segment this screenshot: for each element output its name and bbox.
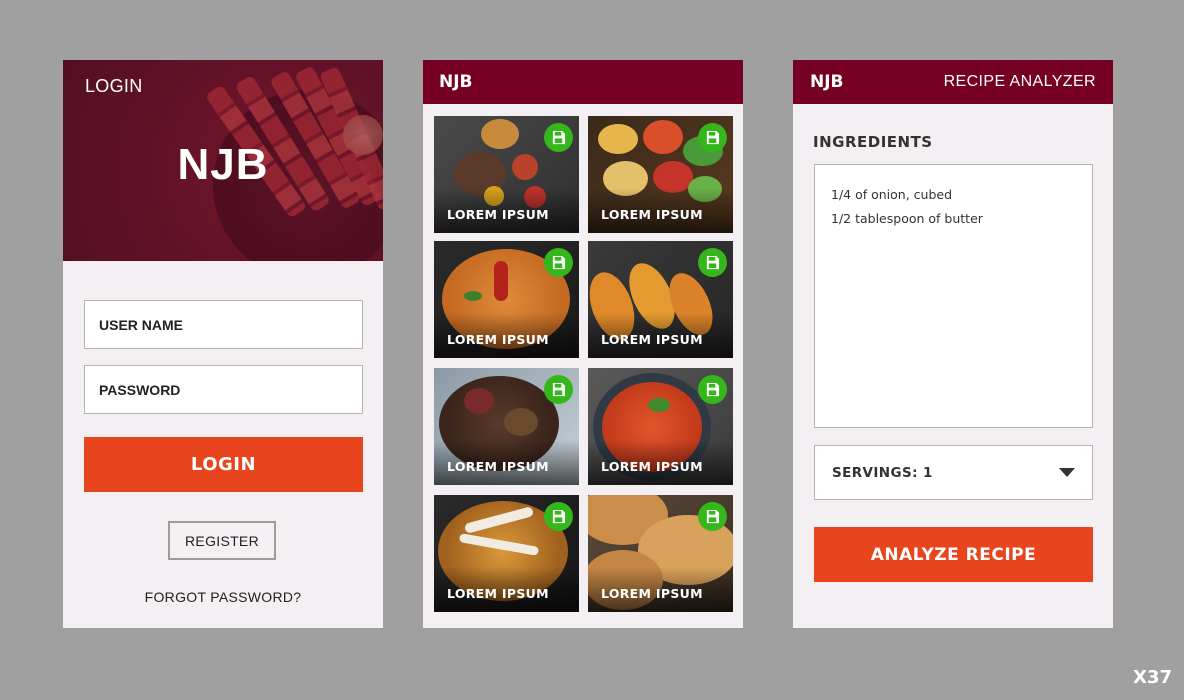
ingredient-line: 1/2 tablespoon of butter — [831, 211, 983, 226]
ingredients-heading: INGREDIENTS — [813, 133, 933, 151]
save-icon[interactable] — [544, 375, 573, 404]
recipe-card[interactable]: LOREM IPSUM — [588, 241, 733, 358]
analyze-recipe-button[interactable]: ANALYZE RECIPE — [814, 527, 1093, 582]
analyzer-brand: NJB — [810, 72, 844, 92]
recipe-card[interactable]: LOREM IPSUM — [434, 368, 579, 485]
login-hero-image: LOGIN NJB — [63, 60, 383, 261]
password-input[interactable] — [84, 365, 363, 414]
recipe-gallery-screen: NJB LOREM IPSUM LOREM IPSUM LOREM IPSUM — [423, 60, 743, 628]
login-button[interactable]: LOGIN — [84, 437, 363, 492]
recipe-card-label: LOREM IPSUM — [447, 332, 549, 347]
save-icon[interactable] — [544, 123, 573, 152]
register-button[interactable]: REGISTER — [168, 521, 276, 560]
recipe-card[interactable]: LOREM IPSUM — [434, 495, 579, 612]
servings-select[interactable]: SERVINGS: 1 — [814, 445, 1093, 500]
login-header-label: LOGIN — [85, 76, 143, 96]
recipe-card[interactable]: LOREM IPSUM — [434, 116, 579, 233]
recipe-card-label: LOREM IPSUM — [447, 459, 549, 474]
recipe-analyzer-screen: NJB RECIPE ANALYZER INGREDIENTS 1/4 of o… — [793, 60, 1113, 628]
gallery-header: NJB — [423, 60, 743, 104]
ingredient-line: 1/4 of onion, cubed — [831, 187, 953, 202]
app-logo: NJB — [177, 140, 269, 189]
recipe-card[interactable]: LOREM IPSUM — [588, 368, 733, 485]
recipe-card-label: LOREM IPSUM — [601, 207, 703, 222]
save-icon[interactable] — [544, 248, 573, 277]
recipe-card-label: LOREM IPSUM — [601, 586, 703, 601]
recipe-card-label: LOREM IPSUM — [447, 586, 549, 601]
save-icon[interactable] — [544, 502, 573, 531]
forgot-password-link[interactable]: FORGOT PASSWORD? — [63, 589, 383, 605]
corner-label: X37 — [1133, 667, 1172, 688]
save-icon[interactable] — [698, 502, 727, 531]
save-icon[interactable] — [698, 123, 727, 152]
save-icon[interactable] — [698, 248, 727, 277]
save-icon[interactable] — [698, 375, 727, 404]
ingredients-textarea[interactable]: 1/4 of onion, cubed 1/2 tablespoon of bu… — [814, 164, 1093, 428]
recipe-card[interactable]: LOREM IPSUM — [588, 116, 733, 233]
recipe-card-label: LOREM IPSUM — [601, 332, 703, 347]
recipe-card-label: LOREM IPSUM — [601, 459, 703, 474]
recipe-card-label: LOREM IPSUM — [447, 207, 549, 222]
username-input[interactable] — [84, 300, 363, 349]
servings-value: SERVINGS: 1 — [832, 464, 933, 481]
analyzer-header: NJB RECIPE ANALYZER — [793, 60, 1113, 104]
recipe-card[interactable]: LOREM IPSUM — [434, 241, 579, 358]
chevron-down-icon — [1059, 468, 1075, 477]
analyzer-title: RECIPE ANALYZER — [943, 73, 1096, 90]
recipe-card[interactable]: LOREM IPSUM — [588, 495, 733, 612]
gallery-brand: NJB — [439, 72, 473, 92]
login-screen: LOGIN NJB LOGIN REGISTER FORGOT PASSWORD… — [63, 60, 383, 628]
